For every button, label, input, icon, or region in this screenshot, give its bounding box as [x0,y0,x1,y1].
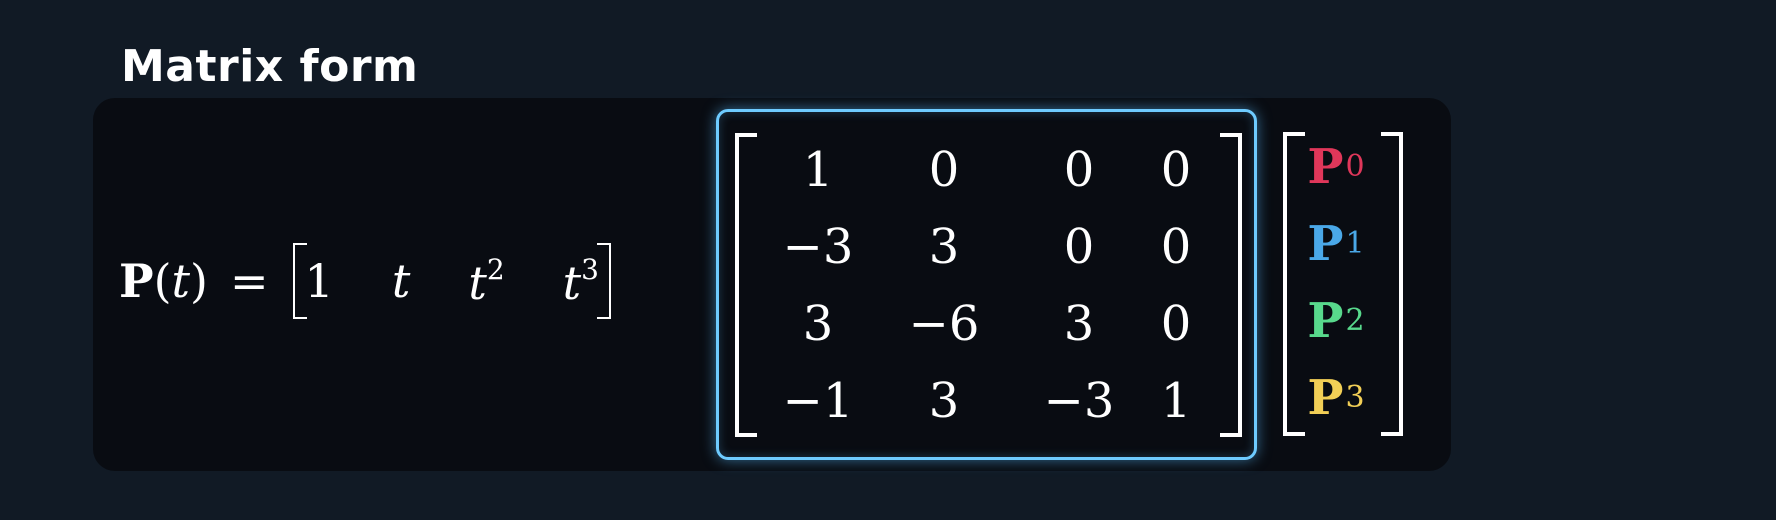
matrix-cell: 1 [1160,372,1192,429]
matrix-left-bracket [735,133,757,437]
control-point-1: P1 [1307,215,1365,272]
coefficient-matrix: 1 0 0 0 −3 3 0 0 3 −6 3 0 −1 3 −3 1 [762,131,1208,439]
row-vector-left-bracket [292,243,307,319]
matrix-cell: −3 [1043,372,1115,429]
matrix-cell: 3 [1063,295,1095,352]
row-vector-right-bracket [596,243,611,319]
row-vector-entry-1: t [391,254,411,308]
matrix-cell: −6 [908,295,980,352]
matrix-cell: −1 [782,372,854,429]
coefficient-matrix-highlight: 1 0 0 0 −3 3 0 0 3 −6 3 0 −1 3 −3 1 [716,109,1257,460]
control-point-2: P2 [1307,292,1365,349]
control-point-3: P3 [1307,369,1365,426]
matrix-cell: 3 [928,372,960,429]
matrix-right-bracket [1220,133,1242,437]
matrix-cell: 0 [1063,218,1095,275]
control-point-0: P0 [1307,138,1365,195]
matrix-cell: 3 [928,218,960,275]
matrix-cell: 0 [1160,295,1192,352]
equals-sign: = [230,254,269,308]
matrix-cell: 0 [1063,141,1095,198]
lhs-variable: t [171,254,191,308]
row-vector-entry-3: t3 [562,252,599,310]
lhs-symbol: P [119,254,154,308]
matrix-cell: 0 [1160,141,1192,198]
matrix-cell: 1 [802,141,834,198]
row-vector-entry-0: 1 [304,254,334,308]
control-point-vector: P0 P1 P2 P3 [1291,128,1381,436]
matrix-cell: 0 [1160,218,1192,275]
equation-lhs-and-row-vector: P(t) = 1 t t2 t3 [119,241,611,321]
matrix-cell: −3 [782,218,854,275]
lhs-close-paren: ) [190,254,208,308]
lhs-open-paren: ( [153,254,172,308]
matrix-cell: 3 [802,295,834,352]
equation-panel: P(t) = 1 t t2 t3 1 0 0 0 −3 3 0 0 3 −6 3… [93,98,1451,471]
row-vector: 1 t t2 t3 [292,241,611,321]
point-vector-right-bracket [1381,132,1403,436]
matrix-cell: 0 [928,141,960,198]
section-heading: Matrix form [121,41,419,92]
row-vector-entry-2: t2 [468,252,505,310]
